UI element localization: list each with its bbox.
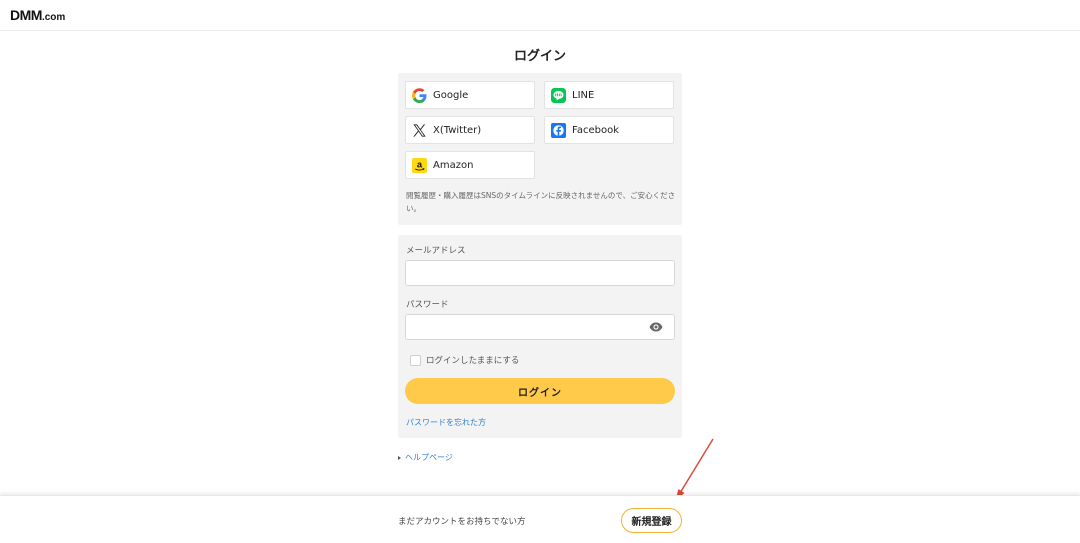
x-twitter-login-label: X(Twitter)	[433, 124, 482, 136]
footer-bar: まだアカウントをお持ちでない方 新規登録	[0, 495, 1080, 543]
amazon-login-label: Amazon	[433, 159, 474, 171]
login-button[interactable]: ログイン	[405, 378, 675, 404]
x-twitter-icon	[413, 123, 426, 137]
google-login-label: Google	[433, 89, 469, 101]
help-page-link[interactable]: ヘルプページ	[398, 452, 453, 463]
email-label: メールアドレス	[406, 246, 466, 256]
sns-login-panel: Google LINE X(Twitter) Facebook a Amazon…	[398, 73, 682, 225]
remember-me-label[interactable]: ログインしたままにする	[426, 354, 519, 366]
signup-button[interactable]: 新規登録	[621, 508, 682, 533]
google-icon	[412, 87, 427, 103]
amazon-login-button[interactable]: a Amazon	[405, 151, 535, 179]
x-twitter-login-button[interactable]: X(Twitter)	[405, 116, 535, 144]
line-login-button[interactable]: LINE	[544, 81, 674, 109]
facebook-login-label: Facebook	[572, 124, 619, 136]
show-password-icon[interactable]	[649, 322, 663, 332]
line-login-label: LINE	[572, 89, 595, 101]
triangle-right-icon	[398, 455, 401, 460]
line-icon	[551, 87, 566, 103]
logo-main: DMM	[10, 7, 42, 23]
page-title: ログイン	[513, 49, 566, 64]
dmm-logo[interactable]: DMM.com	[10, 7, 65, 23]
amazon-icon: a	[412, 157, 427, 173]
no-account-text: まだアカウントをお持ちでない方	[398, 517, 526, 527]
annotation-arrow-icon	[675, 438, 714, 501]
email-field[interactable]	[405, 260, 675, 286]
email-login-panel: メールアドレス パスワード ログインしたままにする ログイン パスワードを忘れた…	[398, 235, 682, 438]
password-label: パスワード	[406, 300, 449, 310]
help-page-label: ヘルプページ	[405, 453, 453, 462]
password-field[interactable]	[405, 314, 675, 340]
facebook-login-button[interactable]: Facebook	[544, 116, 674, 144]
logo-suffix: .com	[41, 12, 66, 23]
sns-privacy-note: 閲覧履歴・購入履歴はSNSのタイムラインに反映されませんので、ご安心ください。	[406, 191, 676, 213]
svg-text:a: a	[417, 159, 423, 169]
facebook-icon	[551, 122, 566, 138]
google-login-button[interactable]: Google	[405, 81, 535, 109]
remember-me-checkbox[interactable]	[410, 355, 421, 366]
header: DMM.com	[0, 0, 1080, 31]
forgot-password-link[interactable]: パスワードを忘れた方	[406, 417, 486, 428]
